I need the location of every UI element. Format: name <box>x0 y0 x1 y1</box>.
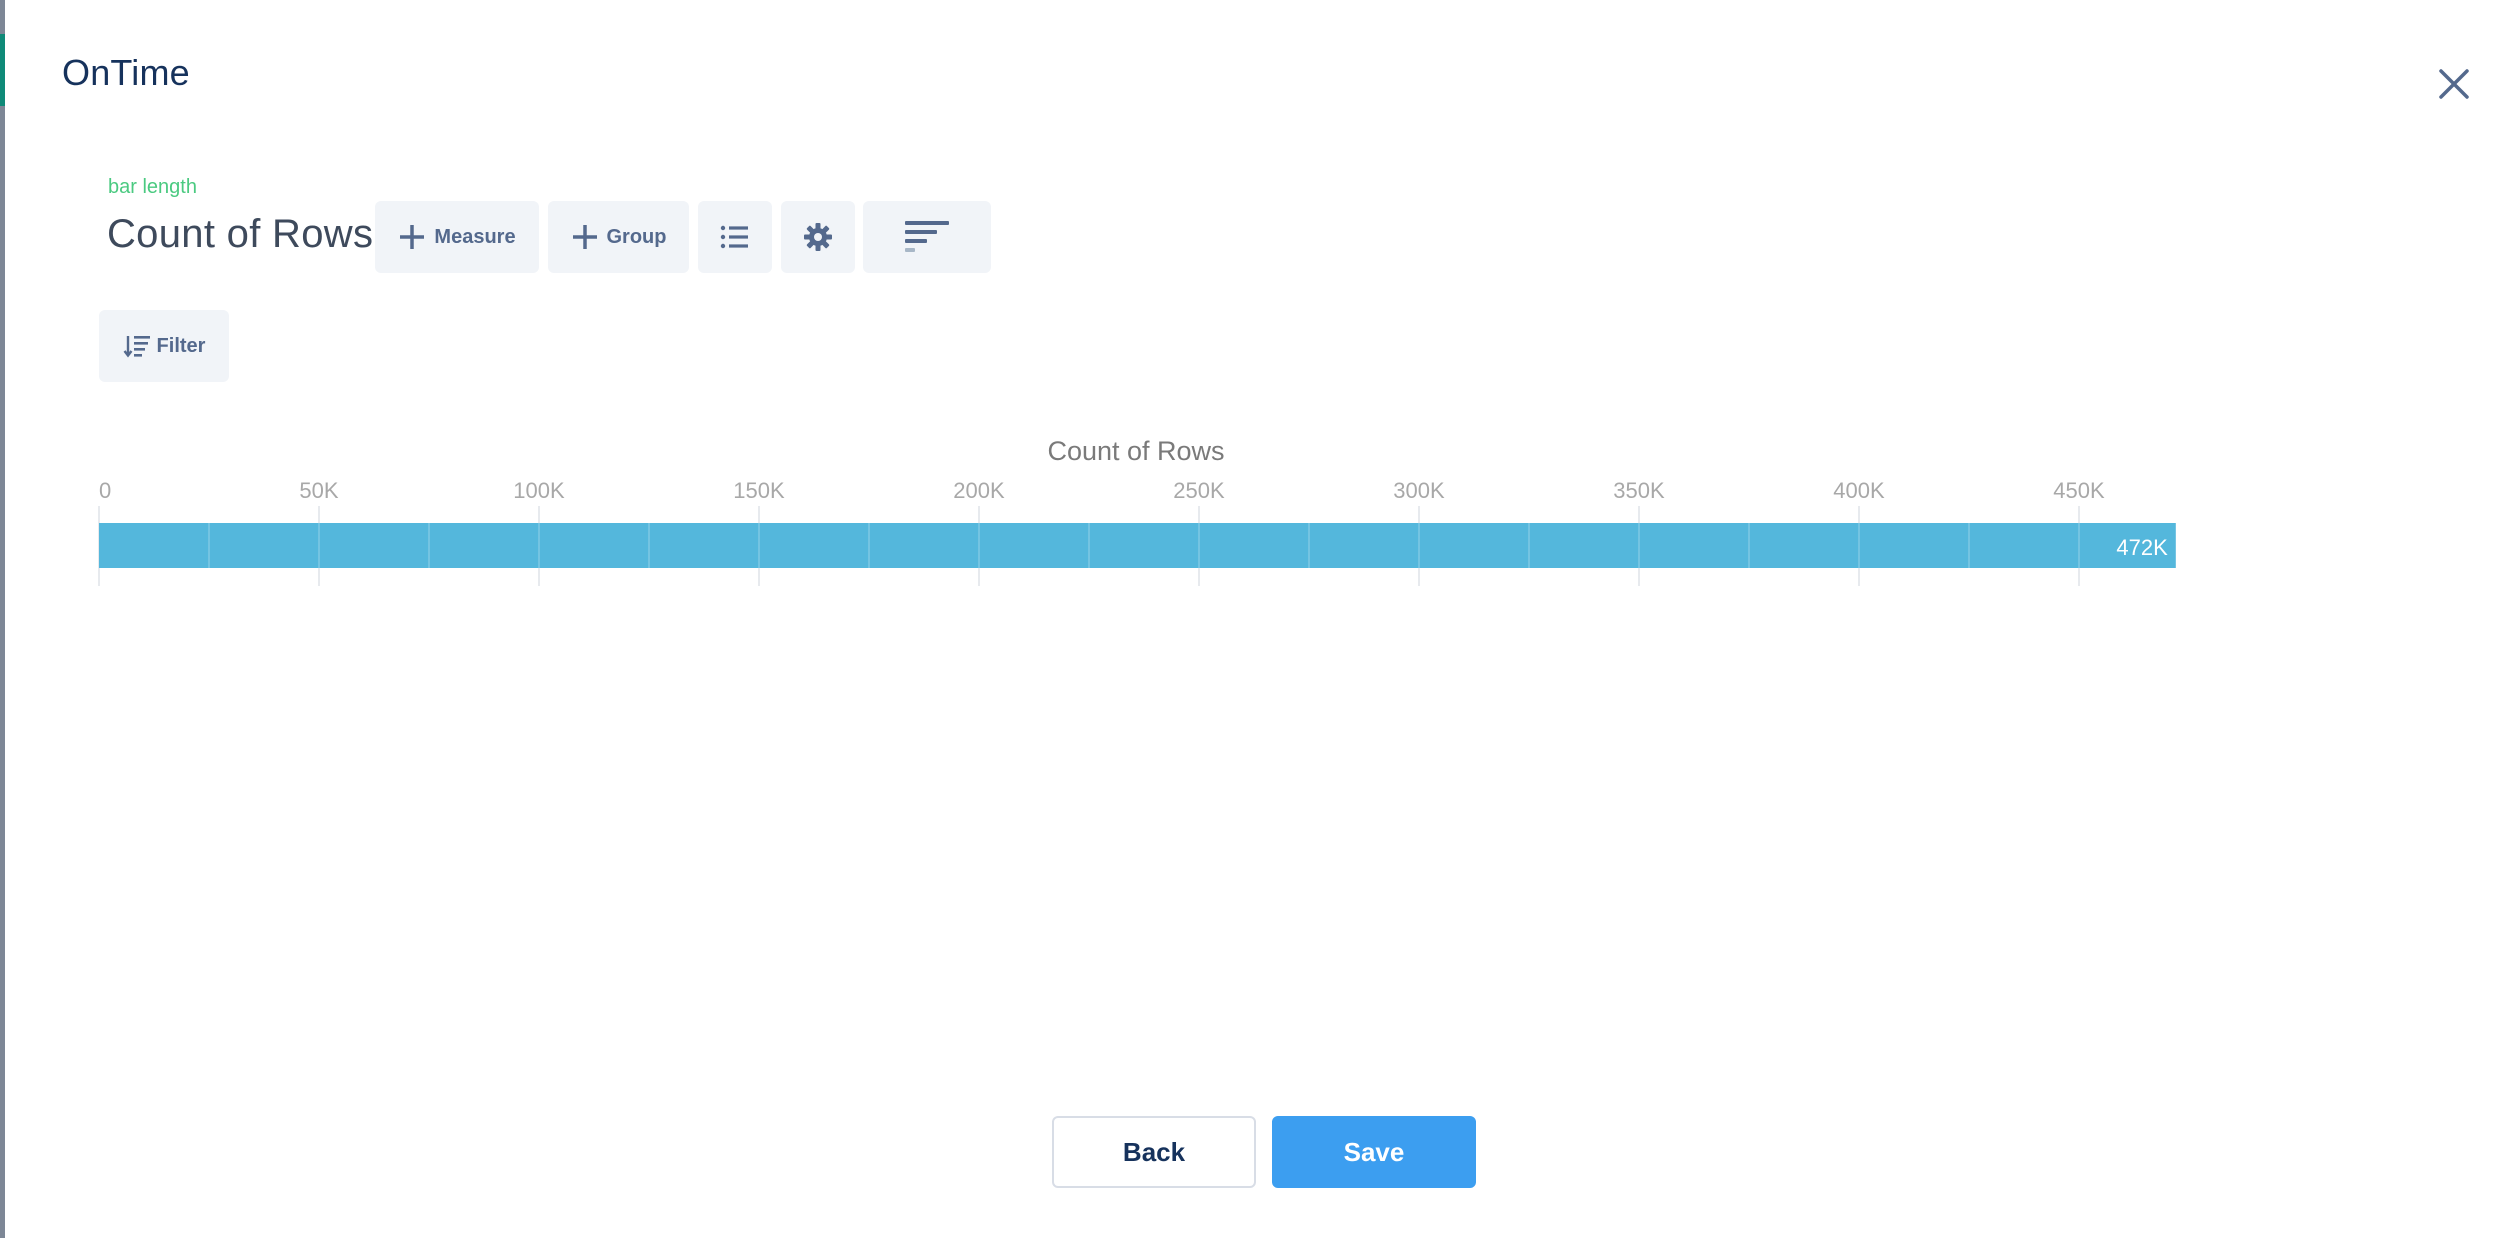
x-tick-label: 350K <box>1613 478 1665 503</box>
bar-chart: Count of Rows 0 50K 100K 150K 200K 250K 300K 35… <box>98 436 2176 586</box>
x-tick-label: 0 <box>99 478 111 503</box>
x-tick-label: 400K <box>1833 478 1885 503</box>
x-tick-label: 200K <box>953 478 1005 503</box>
modal-root: OnTime bar length Count of Rows Measure … <box>0 0 2500 1238</box>
bar-data-label: 472K <box>2116 535 2168 560</box>
back-button[interactable]: Back <box>1052 1116 1256 1188</box>
x-tick-label: 250K <box>1173 478 1225 503</box>
bar[interactable] <box>99 523 2176 568</box>
x-tick-label: 450K <box>2053 478 2105 503</box>
chart-title: Count of Rows <box>1047 436 1224 466</box>
x-tick-label: 100K <box>513 478 565 503</box>
x-tick-label: 150K <box>733 478 785 503</box>
save-button[interactable]: Save <box>1272 1116 1476 1188</box>
x-tick-label: 300K <box>1393 478 1445 503</box>
x-tick-label: 50K <box>299 478 338 503</box>
